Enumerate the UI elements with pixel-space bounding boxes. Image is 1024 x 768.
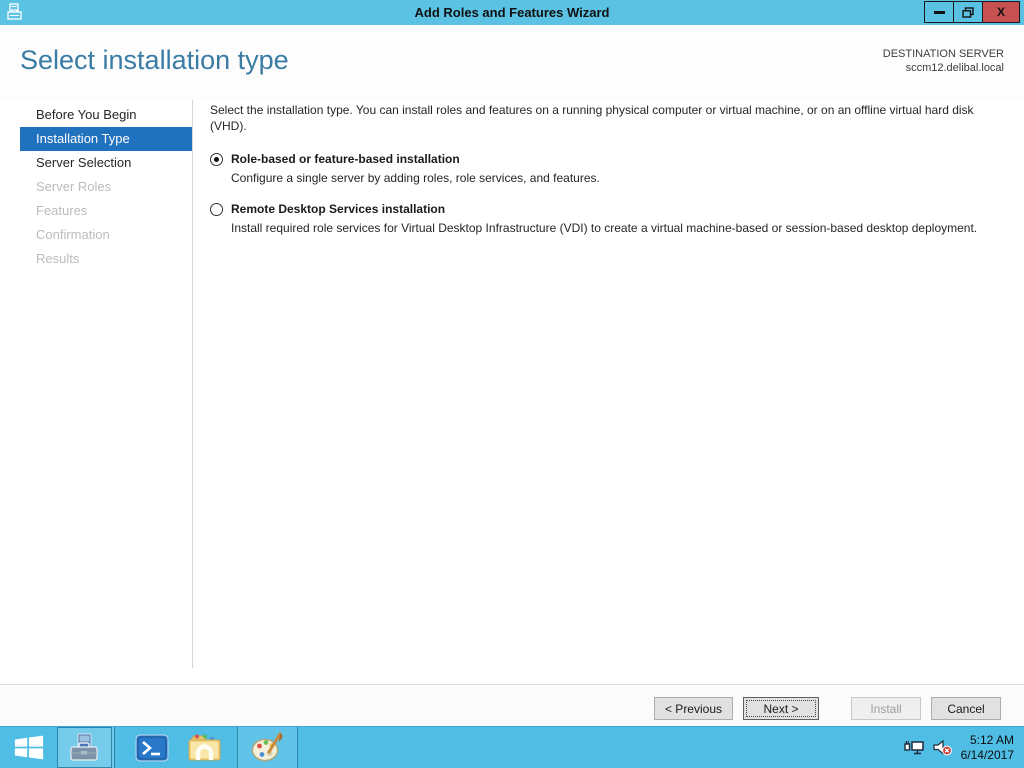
nav-item-installation-type[interactable]: Installation Type (20, 127, 192, 151)
close-icon: X (997, 5, 1005, 19)
close-button[interactable]: X (982, 1, 1020, 23)
start-button[interactable] (0, 727, 57, 768)
install-button: Install (851, 697, 921, 720)
taskbar-powershell-button[interactable] (128, 727, 176, 768)
windows-logo-icon (14, 734, 44, 761)
previous-button[interactable]: < Previous (654, 697, 733, 720)
option-role-based: Role-based or feature-based installation… (210, 152, 1004, 186)
clock-date: 6/14/2017 (961, 748, 1014, 763)
restore-icon (962, 7, 974, 18)
clock-time: 5:12 AM (961, 733, 1014, 748)
intro-text: Select the installation type. You can in… (210, 102, 1000, 134)
taskbar-file-explorer-button[interactable] (180, 727, 230, 768)
desktop: Add Roles and Features Wizard X Select i… (0, 0, 1024, 768)
option-description: Install required role services for Virtu… (231, 221, 1004, 236)
page-title: Select installation type (20, 45, 289, 76)
nav-item-server-roles: Server Roles (20, 175, 192, 199)
nav-item-before-you-begin[interactable]: Before You Begin (20, 103, 192, 127)
window-controls: X (925, 1, 1020, 23)
destination-server-block: DESTINATION SERVER sccm12.delibal.local (883, 47, 1004, 75)
destination-server-name: sccm12.delibal.local (883, 61, 1004, 75)
minimize-button[interactable] (924, 1, 954, 23)
wizard-content: Select the installation type. You can in… (210, 102, 1004, 252)
nav-item-features: Features (20, 199, 192, 223)
nav-item-confirmation: Confirmation (20, 223, 192, 247)
wizard-nav: Before You Begin Installation Type Serve… (20, 103, 192, 271)
button-row: < Previous Next > Install Cancel (654, 697, 1001, 720)
powershell-icon (135, 733, 169, 763)
minimize-icon (934, 11, 945, 14)
next-button[interactable]: Next > (743, 697, 819, 720)
taskbar-clock[interactable]: 5:12 AM 6/14/2017 (961, 733, 1014, 763)
file-explorer-icon (187, 733, 223, 763)
window-title: Add Roles and Features Wizard (0, 0, 1024, 25)
option-description: Configure a single server by adding role… (231, 171, 1004, 186)
volume-muted-icon[interactable] (932, 739, 953, 756)
wizard-header: Select installation type DESTINATION SER… (0, 25, 1024, 100)
cancel-button[interactable]: Cancel (931, 697, 1001, 720)
nav-divider (192, 100, 193, 668)
option-label: Role-based or feature-based installation (231, 152, 460, 166)
nav-item-results: Results (20, 247, 192, 271)
system-tray: 5:12 AM 6/14/2017 (903, 727, 1014, 768)
wizard-titlebar: Add Roles and Features Wizard X (0, 0, 1024, 25)
taskbar-paint-button[interactable] (237, 727, 298, 768)
nav-item-server-selection[interactable]: Server Selection (20, 151, 192, 175)
option-remote-desktop: Remote Desktop Services installation Ins… (210, 202, 1004, 236)
radio-button-icon[interactable] (210, 153, 223, 166)
destination-label: DESTINATION SERVER (883, 47, 1004, 61)
radio-remote-desktop[interactable]: Remote Desktop Services installation (210, 202, 1004, 216)
paint-icon (251, 732, 285, 764)
network-icon[interactable] (903, 739, 924, 756)
restore-button[interactable] (953, 1, 983, 23)
option-label: Remote Desktop Services installation (231, 202, 445, 216)
taskbar: 5:12 AM 6/14/2017 (0, 726, 1024, 768)
radio-button-icon[interactable] (210, 203, 223, 216)
wizard-footer: < Previous Next > Install Cancel (0, 684, 1024, 726)
taskbar-server-manager-button[interactable] (57, 727, 112, 768)
server-manager-icon (69, 732, 101, 764)
radio-role-based[interactable]: Role-based or feature-based installation (210, 152, 1004, 166)
